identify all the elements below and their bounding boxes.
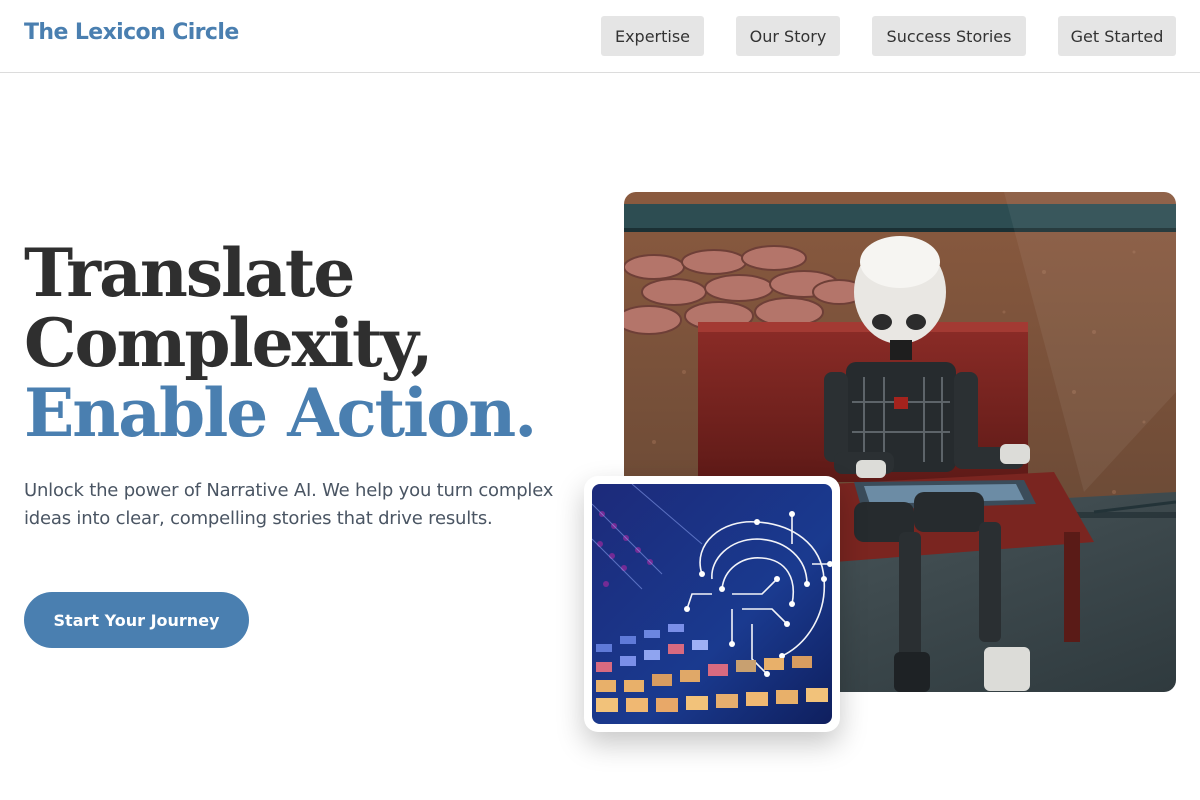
- nav-our-story-button[interactable]: Our Story: [736, 16, 840, 56]
- nav-get-started-button[interactable]: Get Started: [1058, 16, 1176, 56]
- inset-card: [584, 476, 840, 732]
- headline-line-2: Complexity,: [24, 304, 434, 382]
- nav-expertise-button[interactable]: Expertise: [601, 16, 704, 56]
- brand-logo[interactable]: The Lexicon Circle: [24, 20, 239, 45]
- headline-line-1: Translate: [24, 234, 355, 312]
- hero-subtitle: Unlock the power of Narrative AI. We hel…: [24, 480, 554, 529]
- start-journey-button[interactable]: Start Your Journey: [24, 592, 249, 648]
- circuit-brain-image: [592, 484, 832, 724]
- hero-headline: Translate Complexity, Enable Action.: [24, 238, 584, 448]
- nav-success-stories-button[interactable]: Success Stories: [872, 16, 1026, 56]
- headline-accent: Enable Action.: [24, 374, 537, 452]
- site-header: The Lexicon Circle Expertise Our Story S…: [0, 0, 1200, 73]
